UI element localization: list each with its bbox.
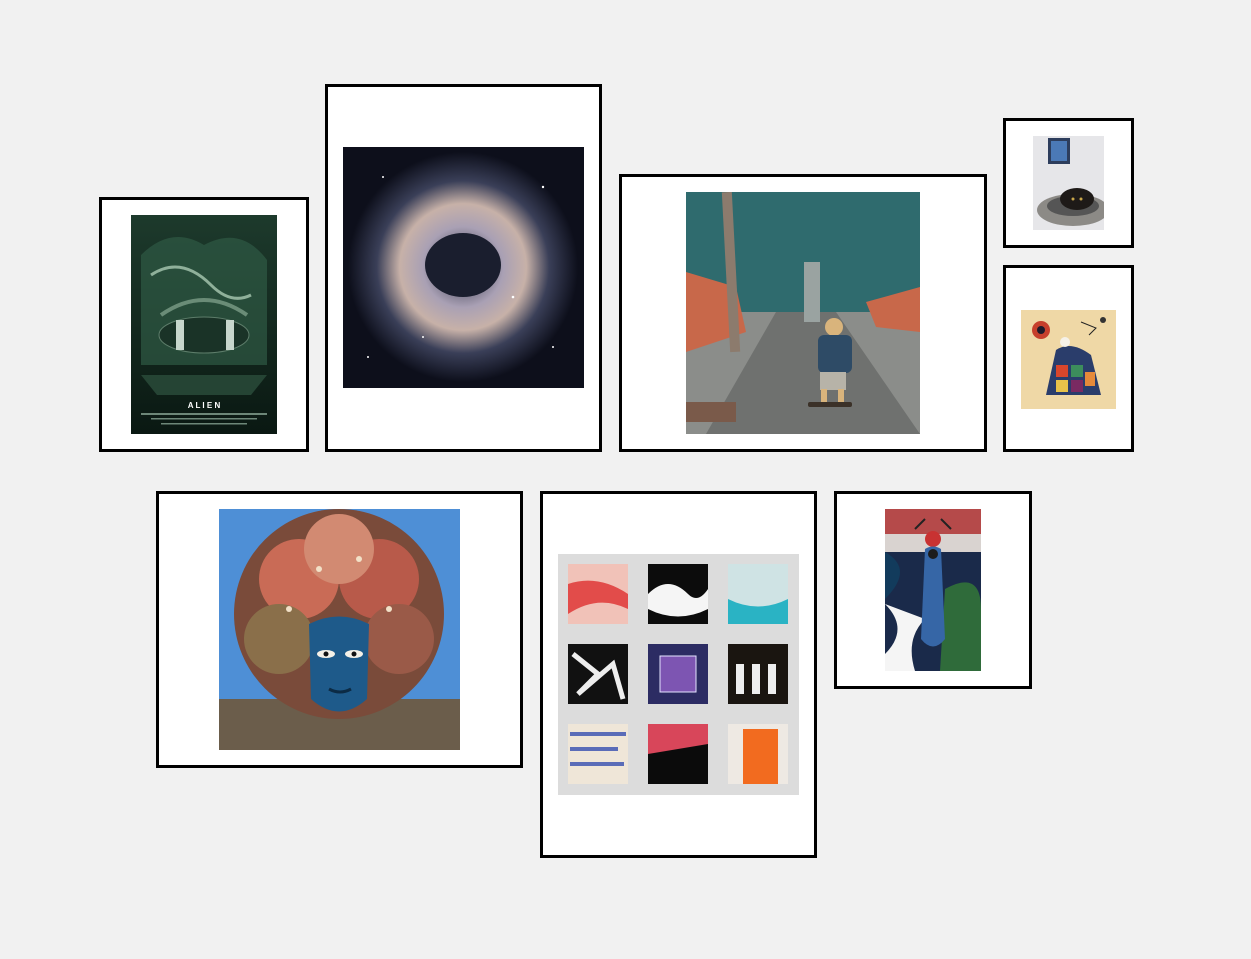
frame-boy-skateboard[interactable] xyxy=(619,174,987,452)
figure-illustration-image xyxy=(885,509,981,671)
frame-abstract-tiles[interactable] xyxy=(540,491,817,858)
alien-poster-title: A L I E N xyxy=(188,401,221,410)
frame-flower-mural[interactable] xyxy=(156,491,523,768)
nebula-image xyxy=(343,147,584,388)
boy-skateboard-image xyxy=(686,192,920,434)
abstract-tiles-image xyxy=(558,554,799,795)
frame-alien-poster[interactable]: A L I E N xyxy=(99,197,309,452)
alien-poster-image: A L I E N xyxy=(131,215,277,434)
frame-abstract-painting[interactable] xyxy=(1003,265,1134,452)
abstract-figures-image xyxy=(1021,310,1116,409)
flower-mural-image xyxy=(219,509,460,750)
frame-cat-photo[interactable] xyxy=(1003,118,1134,248)
cat-bed-image xyxy=(1033,136,1104,230)
frame-rosette-nebula[interactable] xyxy=(325,84,602,452)
frame-figure-illustration[interactable] xyxy=(834,491,1032,689)
